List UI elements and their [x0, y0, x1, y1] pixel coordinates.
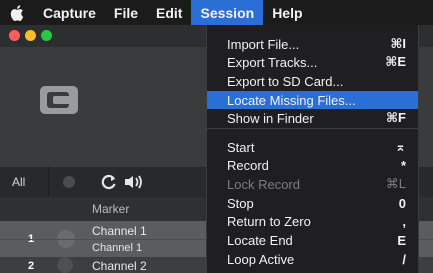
menu-item-show-in-finder[interactable]: Show in Finder ⌘F: [207, 109, 418, 127]
menu-item-label: Import File...: [227, 36, 300, 52]
menu-item-label: Record: [227, 157, 269, 173]
menu-item-label: Lock Record: [227, 176, 300, 192]
menu-item-lock-record: Lock Record ⌘L: [207, 175, 418, 193]
menu-item-import-file[interactable]: Import File... ⌘I: [207, 35, 418, 53]
shortcut-label: *: [400, 157, 406, 173]
apple-icon: [10, 4, 24, 21]
column-header-marker: Marker: [92, 202, 130, 216]
menu-item-export-to-sd-card[interactable]: Export to SD Card...: [207, 72, 418, 90]
track-name: Channel 1: [92, 224, 147, 238]
menu-item-label: Start: [227, 139, 255, 155]
menu-session[interactable]: Session: [191, 0, 264, 25]
menu-item-record[interactable]: Record *: [207, 156, 418, 174]
menu-help[interactable]: Help: [263, 0, 311, 25]
record-arm-all-button[interactable]: [63, 176, 75, 188]
session-menu: Import File... ⌘I Export Tracks... ⌘E Ex…: [206, 25, 419, 273]
menu-item-label: Return to Zero: [227, 213, 311, 229]
menu-item-locate-missing-files[interactable]: Locate Missing Files...: [207, 91, 418, 109]
menu-capture[interactable]: Capture: [34, 0, 105, 25]
capture-logo-icon: [40, 86, 78, 114]
track-arm-button[interactable]: [57, 257, 73, 273]
menu-separator: [207, 128, 418, 129]
track-number: 2: [28, 260, 35, 272]
menu-edit[interactable]: Edit: [147, 0, 191, 25]
menu-file[interactable]: File: [105, 0, 147, 25]
menu-item-label: Show in Finder: [227, 110, 314, 126]
menu-item-start[interactable]: Start ⌅: [207, 138, 418, 156]
shortcut-label: ⌘L: [385, 176, 406, 191]
divider: [48, 167, 49, 197]
shortcut-label: ⌘E: [385, 54, 406, 69]
menu-item-label: Locate End: [227, 232, 293, 248]
zoom-window-button[interactable]: [41, 30, 52, 41]
menu-item-return-to-zero[interactable]: Return to Zero ,: [207, 212, 418, 230]
track-input: Channel 1: [92, 242, 143, 254]
shortcut-label: E: [397, 232, 406, 248]
shortcut-label: ,: [402, 213, 406, 229]
apple-menu[interactable]: [0, 0, 34, 25]
shortcut-label: ⌘F: [385, 110, 406, 125]
menu-item-locate-end[interactable]: Locate End E: [207, 231, 418, 249]
speaker-icon[interactable]: [124, 174, 146, 190]
shortcut-label: 0: [398, 195, 406, 211]
menu-item-label: Locate Missing Files...: [227, 92, 356, 108]
menu-bar: Capture File Edit Session Help: [0, 0, 433, 25]
menu-item-loop-active[interactable]: Loop Active /: [207, 250, 418, 268]
shortcut-label: ⌅: [395, 139, 406, 154]
track-name: Channel 2: [92, 259, 147, 273]
menu-item-export-tracks[interactable]: Export Tracks... ⌘E: [207, 53, 418, 71]
menu-item-label: Export Tracks...: [227, 54, 318, 70]
menu-item-label: Export to SD Card...: [227, 73, 344, 89]
menu-item-stop[interactable]: Stop 0: [207, 194, 418, 212]
close-window-button[interactable]: [9, 30, 20, 41]
shortcut-label: /: [402, 251, 406, 267]
minimize-window-button[interactable]: [25, 30, 36, 41]
shortcut-label: ⌘I: [390, 36, 406, 51]
refresh-icon[interactable]: [101, 174, 117, 190]
menu-item-label: Stop: [227, 195, 254, 211]
menu-item-label: Loop Active: [227, 251, 295, 267]
tab-all[interactable]: All: [12, 175, 25, 189]
